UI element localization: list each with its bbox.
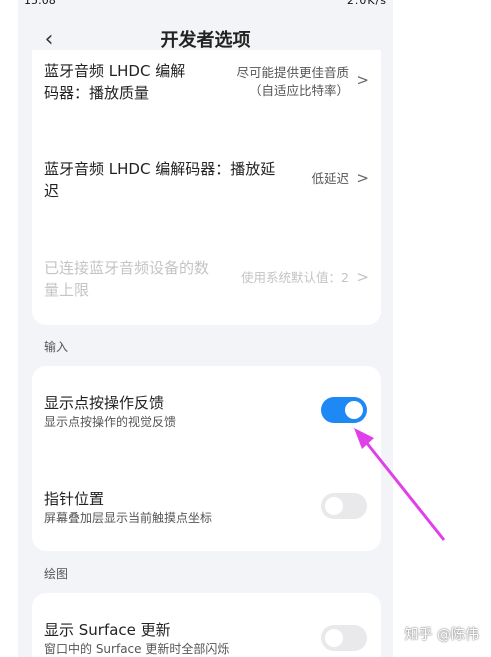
watermark: 知乎 @陈伟	[404, 627, 479, 643]
annotation-arrow-icon	[354, 428, 446, 541]
